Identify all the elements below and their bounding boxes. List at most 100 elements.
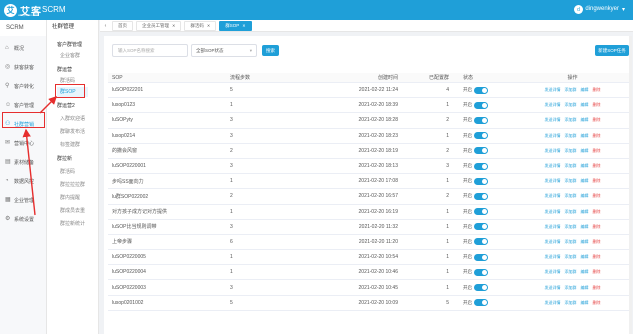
delete-link[interactable]: 删除 [593, 102, 601, 108]
scrollbar[interactable] [629, 36, 632, 334]
send-detail-link[interactable]: 发送详情 [545, 300, 561, 306]
close-icon[interactable]: ✕ [242, 23, 245, 28]
edit-link[interactable]: 编辑 [581, 254, 589, 260]
delete-link[interactable]: 删除 [593, 148, 601, 154]
close-icon[interactable]: ✕ [172, 23, 175, 28]
delete-link[interactable]: 删除 [593, 133, 601, 139]
send-detail-link[interactable]: 发送详情 [545, 193, 561, 199]
delete-link[interactable]: 删除 [593, 193, 601, 199]
menu-item[interactable]: 群聊发布活 [60, 128, 85, 135]
delete-link[interactable]: 删除 [593, 224, 601, 230]
sidebar-item-acquisition[interactable]: ◎ 获客获客 [0, 59, 47, 75]
status-toggle[interactable] [474, 268, 488, 276]
delete-link[interactable]: 删除 [593, 254, 601, 260]
menu-group[interactable]: 群拉新 [57, 155, 72, 162]
add-group-link[interactable]: 添加群 [565, 300, 577, 306]
edit-link[interactable]: 编辑 [581, 163, 589, 169]
user-name[interactable]: dingwenkyer [585, 6, 619, 12]
status-toggle[interactable] [474, 192, 488, 200]
add-group-link[interactable]: 添加群 [565, 209, 577, 215]
edit-link[interactable]: 编辑 [581, 178, 589, 184]
close-icon[interactable]: ✕ [207, 23, 210, 28]
status-toggle[interactable] [474, 86, 488, 94]
sidebar-item-enterprise[interactable]: ▦ 企业管理 [0, 192, 47, 208]
edit-link[interactable]: 编辑 [581, 133, 589, 139]
menu-item[interactable]: 群活码 [60, 77, 75, 84]
send-detail-link[interactable]: 发送详情 [545, 178, 561, 184]
status-toggle[interactable] [474, 299, 488, 307]
search-input[interactable]: 输入SOP名称搜索 [112, 44, 188, 57]
edit-link[interactable]: 编辑 [581, 285, 589, 291]
sidebar-item-conversion[interactable]: ⚲ 客户转化 [0, 78, 47, 94]
edit-link[interactable]: 编辑 [581, 193, 589, 199]
delete-link[interactable]: 删除 [593, 178, 601, 184]
menu-item[interactable]: 标签建群 [60, 141, 80, 148]
edit-link[interactable]: 编辑 [581, 102, 589, 108]
add-group-link[interactable]: 添加群 [565, 224, 577, 230]
send-detail-link[interactable]: 发送详情 [545, 117, 561, 123]
sidebar-item-customers[interactable]: ☺ 客户管理 [0, 97, 47, 113]
status-toggle[interactable] [474, 253, 488, 261]
menu-group[interactable]: 群运营 [57, 66, 72, 73]
add-group-link[interactable]: 添加群 [565, 269, 577, 275]
add-group-link[interactable]: 添加群 [565, 178, 577, 184]
add-group-link[interactable]: 添加群 [565, 102, 577, 108]
menu-item[interactable]: 群内提醒 [60, 194, 80, 201]
add-group-link[interactable]: 添加群 [565, 87, 577, 93]
edit-link[interactable]: 编辑 [581, 148, 589, 154]
delete-link[interactable]: 删除 [593, 300, 601, 306]
sidebar-item-data[interactable]: ◔ 数据风控 [0, 173, 47, 189]
send-detail-link[interactable]: 发送详情 [545, 209, 561, 215]
delete-link[interactable]: 删除 [593, 269, 601, 275]
send-detail-link[interactable]: 发送详情 [545, 254, 561, 260]
search-button[interactable]: 搜索 [262, 45, 279, 56]
add-group-link[interactable]: 添加群 [565, 148, 577, 154]
menu-item[interactable]: 群拉新统计 [60, 220, 85, 227]
status-select[interactable]: 全部SOP状态 ▾ [191, 44, 257, 57]
chevron-left-icon[interactable]: ‹ [102, 21, 109, 31]
status-toggle[interactable] [474, 132, 488, 140]
status-toggle[interactable] [474, 147, 488, 155]
send-detail-link[interactable]: 发送详情 [545, 285, 561, 291]
delete-link[interactable]: 删除 [593, 163, 601, 169]
tab-home[interactable]: 首页 [112, 20, 133, 31]
status-toggle[interactable] [474, 101, 488, 109]
status-toggle[interactable] [474, 208, 488, 216]
edit-link[interactable]: 编辑 [581, 209, 589, 215]
add-group-link[interactable]: 添加群 [565, 133, 577, 139]
status-toggle[interactable] [474, 223, 488, 231]
chevron-down-icon[interactable]: ▾ [622, 6, 625, 13]
tab-employee[interactable]: 企业员工管理 ✕ [136, 20, 182, 31]
delete-link[interactable]: 删除 [593, 239, 601, 245]
delete-link[interactable]: 删除 [593, 87, 601, 93]
create-sop-button[interactable]: 新建SOP任务 [595, 45, 629, 56]
send-detail-link[interactable]: 发送详情 [545, 239, 561, 245]
delete-link[interactable]: 删除 [593, 209, 601, 215]
send-detail-link[interactable]: 发送详情 [545, 87, 561, 93]
add-group-link[interactable]: 添加群 [565, 163, 577, 169]
tab-group-sop[interactable]: 群SOP ✕ [219, 20, 252, 31]
send-detail-link[interactable]: 发送详情 [545, 163, 561, 169]
add-group-link[interactable]: 添加群 [565, 285, 577, 291]
sidebar-item-materials[interactable]: ▤ 素材储备 [0, 154, 47, 170]
edit-link[interactable]: 编辑 [581, 117, 589, 123]
sidebar-item-settings[interactable]: ⚙ 系统设置 [0, 211, 47, 227]
add-group-link[interactable]: 添加群 [565, 117, 577, 123]
send-detail-link[interactable]: 发送详情 [545, 269, 561, 275]
menu-group[interactable]: 客户群管理 [57, 41, 82, 48]
edit-link[interactable]: 编辑 [581, 87, 589, 93]
edit-link[interactable]: 编辑 [581, 300, 589, 306]
menu-item[interactable]: 企业客群 [60, 52, 80, 59]
sidebar-item-overview[interactable]: ⌂ 概况 [0, 40, 47, 56]
tab-group-code[interactable]: 群活码 ✕ [184, 20, 217, 31]
status-toggle[interactable] [474, 284, 488, 292]
status-toggle[interactable] [474, 116, 488, 124]
status-toggle[interactable] [474, 162, 488, 170]
send-detail-link[interactable]: 发送详情 [545, 133, 561, 139]
menu-item[interactable]: 群拉拉拉群 [60, 181, 85, 188]
avatar[interactable]: d [574, 5, 583, 14]
menu-item[interactable]: 入群欢迎语 [60, 115, 85, 122]
menu-item[interactable]: 群成员去重 [60, 207, 85, 214]
send-detail-link[interactable]: 发送详情 [545, 148, 561, 154]
add-group-link[interactable]: 添加群 [565, 193, 577, 199]
